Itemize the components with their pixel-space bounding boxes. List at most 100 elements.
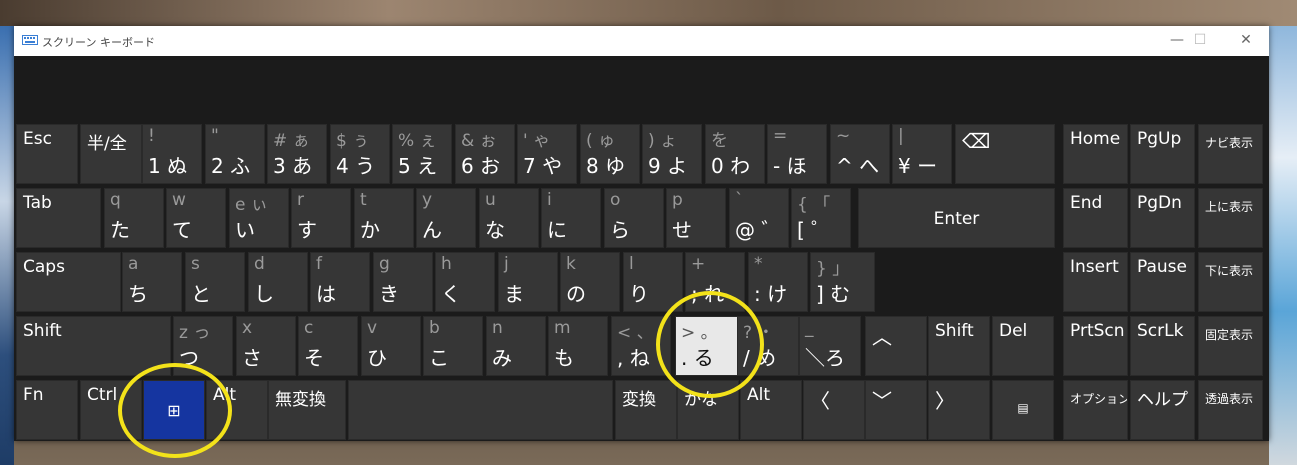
key-m-shift-label: m (554, 318, 571, 338)
key-space[interactable] (348, 380, 613, 440)
key-c[interactable]: cそ (298, 316, 358, 376)
key-h-main-label: く (441, 282, 461, 306)
key-alt-right[interactable]: Alt (740, 380, 802, 440)
key-down-display[interactable]: 下に表示 (1198, 252, 1263, 312)
key-up-display[interactable]: 上に表示 (1198, 188, 1263, 248)
key-pgdn[interactable]: PgDn (1130, 188, 1195, 248)
key-n[interactable]: nみ (486, 316, 546, 376)
key-h-shift-label: h (441, 254, 452, 274)
key-p[interactable]: pせ (666, 188, 726, 248)
key-8-shift-label: ( ゅ (586, 131, 616, 151)
key-fixed-display[interactable]: 固定表示 (1198, 316, 1263, 376)
key-hankaku[interactable]: 半/全 (80, 124, 142, 184)
key-v-shift-label: v (367, 318, 378, 338)
key-8[interactable]: ( ゅ 8 ゆ (580, 124, 640, 184)
key-backspace[interactable]: ⌫ (955, 124, 1055, 184)
key-pgdn-label: PgDn (1137, 193, 1182, 213)
key-y[interactable]: yん (416, 188, 476, 248)
key-backslash[interactable]: _ ＼ろ (799, 316, 861, 376)
key-d[interactable]: dし (248, 252, 308, 312)
highlight-circle-period (656, 291, 764, 398)
key-arrow-right[interactable]: 〉 (928, 380, 990, 440)
key-0[interactable]: を 0 わ (705, 124, 765, 184)
key-ctrl-label: Ctrl (87, 385, 118, 405)
key-r[interactable]: rす (291, 188, 351, 248)
key-fixed-display-label: 固定表示 (1205, 328, 1254, 342)
key-pause[interactable]: Pause (1130, 252, 1195, 312)
key-scrlk[interactable]: ScrLk (1130, 316, 1195, 376)
key-caps[interactable]: Caps (16, 252, 121, 312)
key-tab[interactable]: Tab (16, 188, 101, 248)
key-arrow-down[interactable]: ﹀ (865, 380, 927, 440)
key-j[interactable]: jま (498, 252, 558, 312)
key-o[interactable]: oら (604, 188, 664, 248)
key-e[interactable]: e ぃい (229, 188, 289, 248)
key-m[interactable]: mも (548, 316, 608, 376)
key-up-display-label: 上に表示 (1205, 200, 1254, 214)
window-title: スクリーン キーボード (42, 36, 155, 49)
key-t-main-label: か (360, 218, 380, 242)
key-7[interactable]: ' ゃ 7 や (517, 124, 577, 184)
key-del[interactable]: Del (992, 316, 1054, 376)
key-4[interactable]: $ ぅ 4 う (330, 124, 390, 184)
key-x[interactable]: xさ (236, 316, 296, 376)
key-navi[interactable]: ナビ表示 (1198, 124, 1263, 184)
key-home[interactable]: Home (1063, 124, 1128, 184)
maximize-button[interactable]: ☐ (1177, 26, 1223, 56)
key-r-main-label: す (297, 218, 317, 242)
key-q[interactable]: qた (104, 188, 164, 248)
key-5[interactable]: % ぇ 5 え (392, 124, 452, 184)
key-minus-shift-label: = (773, 126, 788, 146)
key-muhenkan[interactable]: 無変換 (268, 380, 346, 440)
key-k[interactable]: kの (560, 252, 620, 312)
close-button[interactable]: ✕ (1223, 26, 1269, 56)
key-insert[interactable]: Insert (1063, 252, 1128, 312)
key-9[interactable]: ) ょ 9 よ (642, 124, 702, 184)
key-h[interactable]: hく (435, 252, 495, 312)
key-prtscn[interactable]: PrtScn (1063, 316, 1128, 376)
key-arrow-up-label: ︿ (872, 325, 892, 349)
key-minus[interactable]: = - ほ (767, 124, 827, 184)
key-bracket-open[interactable]: { 「 [ ゜ (791, 188, 851, 248)
key-6[interactable]: & ぉ 6 お (455, 124, 515, 184)
key-g[interactable]: gき (373, 252, 433, 312)
key-end[interactable]: End (1063, 188, 1128, 248)
key-arrow-left[interactable]: 〈 (803, 380, 865, 440)
key-3[interactable]: # ぁ 3 あ (267, 124, 327, 184)
key-enter[interactable]: Enter (858, 188, 1055, 248)
key-i[interactable]: iに (541, 188, 601, 248)
key-f[interactable]: fは (310, 252, 370, 312)
key-fn[interactable]: Fn (16, 380, 78, 440)
key-help[interactable]: ヘルプ (1130, 380, 1195, 440)
key-i-main-label: に (547, 218, 567, 242)
key-pgup[interactable]: PgUp (1130, 124, 1195, 184)
key-caret[interactable]: ~ ^ へ (830, 124, 890, 184)
key-u[interactable]: uな (479, 188, 539, 248)
key-1[interactable]: ! 1 ぬ (142, 124, 202, 184)
key-caret-main-label: ^ へ (836, 154, 880, 178)
key-b[interactable]: bこ (423, 316, 483, 376)
key-esc[interactable]: Esc (16, 124, 78, 184)
key-2[interactable]: " 2 ふ (205, 124, 265, 184)
key-v[interactable]: vひ (361, 316, 421, 376)
key-colon[interactable]: *: け (748, 252, 808, 312)
key-fade[interactable]: 透過表示 (1198, 380, 1263, 440)
key-s[interactable]: sと (185, 252, 245, 312)
key-at[interactable]: ` @ ゛ (729, 188, 789, 248)
key-options[interactable]: オプション (1063, 380, 1128, 440)
key-6-shift-label: & ぉ (461, 131, 497, 151)
key-w[interactable]: wて (166, 188, 226, 248)
key-yen[interactable]: | ¥ ー (892, 124, 952, 184)
key-v-main-label: ひ (367, 346, 387, 370)
key-menu[interactable]: ▤ (992, 380, 1054, 440)
key-henkan[interactable]: 変換 (615, 380, 677, 440)
key-shift-right[interactable]: Shift (928, 316, 990, 376)
key-t[interactable]: tか (354, 188, 414, 248)
key-shift-left[interactable]: Shift (16, 316, 171, 376)
keyboard-icon (22, 35, 38, 45)
key-bracket-close[interactable]: } 」] む (810, 252, 875, 312)
key-a-shift-label: a (128, 254, 139, 274)
key-arrow-up[interactable]: ︿ (865, 316, 927, 376)
key-a[interactable]: aち (122, 252, 182, 312)
key-y-shift-label: y (422, 190, 433, 210)
